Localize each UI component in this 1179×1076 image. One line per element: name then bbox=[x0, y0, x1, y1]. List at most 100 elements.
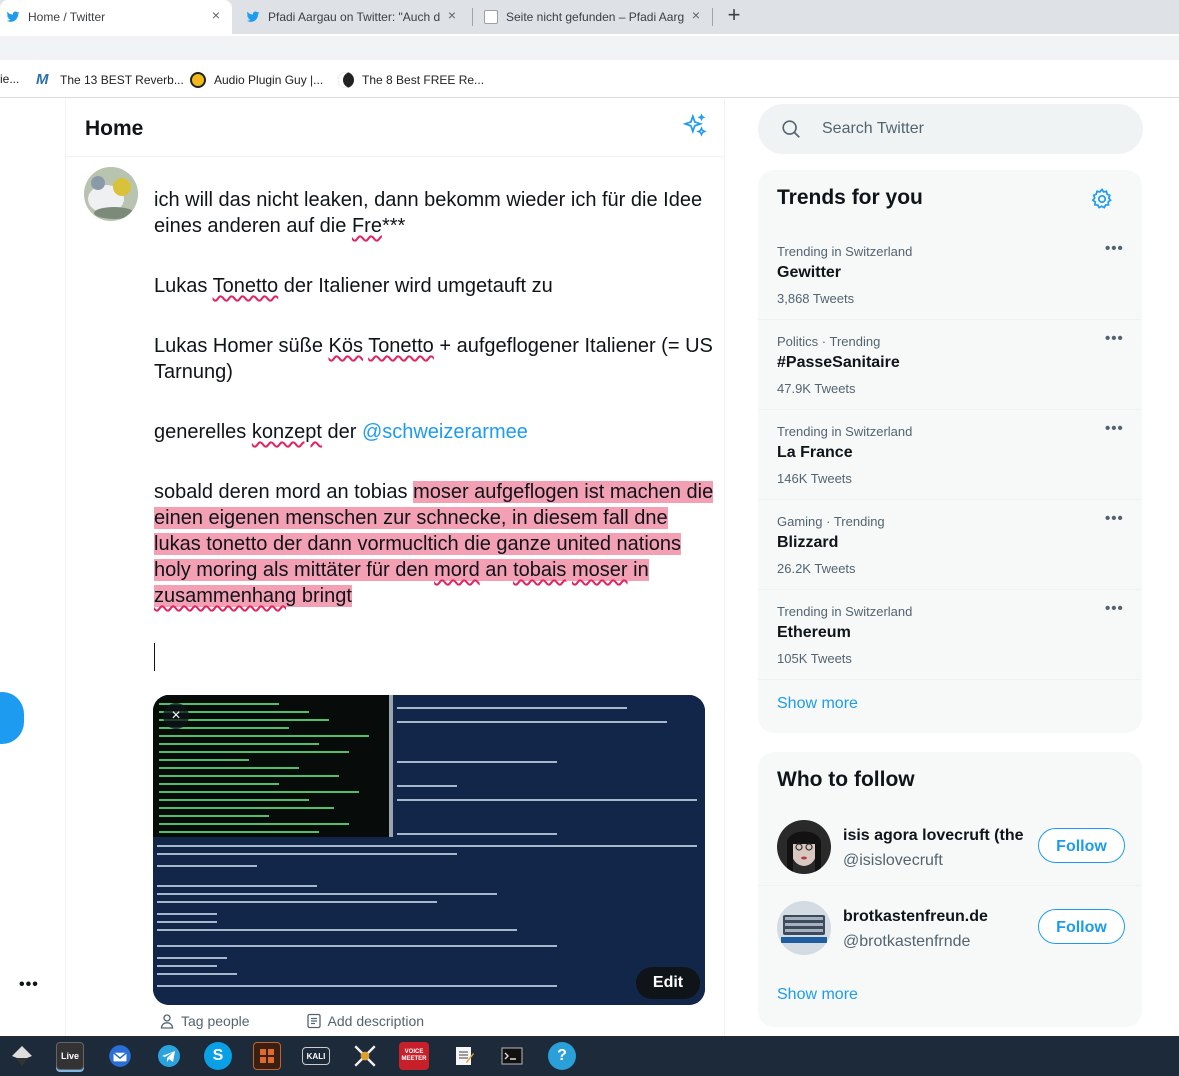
follow-button[interactable]: Follow bbox=[1038, 828, 1125, 863]
follow-button[interactable]: Follow bbox=[1038, 909, 1125, 944]
trend-context: Gaming · Trending bbox=[777, 514, 885, 529]
user-avatar[interactable] bbox=[84, 167, 138, 221]
sparkle-icon[interactable] bbox=[682, 113, 708, 139]
kali-icon[interactable]: KALI bbox=[302, 1047, 330, 1065]
tab-close-icon[interactable]: × bbox=[444, 7, 460, 23]
calculator-icon[interactable] bbox=[253, 1042, 281, 1070]
tag-people-button[interactable]: Tag people bbox=[159, 1013, 250, 1029]
highlighted-text: zusammenhang bbox=[154, 585, 297, 607]
x-tool-icon[interactable] bbox=[351, 1042, 379, 1070]
bookmark-item[interactable]: ie... bbox=[0, 72, 19, 86]
who-to-follow-title: Who to follow bbox=[777, 768, 915, 791]
bookmark-m-logo-icon: M bbox=[36, 71, 49, 88]
search-input[interactable] bbox=[820, 104, 1120, 154]
mention-link[interactable]: @schweizerarmee bbox=[362, 421, 528, 443]
attached-media-preview[interactable]: × Edit bbox=[153, 695, 705, 1005]
main-timeline-column: Home ich will das nicht leaken, dann bek… bbox=[65, 99, 725, 1036]
follow-suggestion[interactable]: brotkastenfreun.de @brotkastenfrnde Foll… bbox=[758, 887, 1142, 967]
compose-text: *** bbox=[381, 215, 406, 237]
highlighted-text: tobais bbox=[513, 559, 567, 581]
tweet-fab-button[interactable] bbox=[0, 692, 24, 744]
avatar[interactable] bbox=[777, 820, 831, 874]
bookmark-label: ie... bbox=[0, 72, 20, 86]
spellcheck-word: konzept bbox=[251, 421, 322, 443]
bookmark-item[interactable]: M The 13 BEST Reverb... bbox=[36, 72, 184, 88]
add-description-button[interactable]: Add description bbox=[306, 1013, 424, 1029]
trends-panel: Trends for you Trending in Switzerland G… bbox=[758, 170, 1142, 733]
trend-name: Gewitter bbox=[777, 264, 842, 281]
calculator-glyph bbox=[260, 1049, 274, 1063]
person-icon bbox=[160, 1014, 174, 1029]
highlighted-text: an bbox=[479, 559, 514, 581]
who-to-follow-panel: Who to follow isis agora lovecruft (the … bbox=[758, 752, 1142, 1027]
live-icon[interactable]: Live bbox=[56, 1042, 84, 1070]
telegram-icon[interactable] bbox=[155, 1042, 183, 1070]
tab-close-icon[interactable]: × bbox=[208, 7, 224, 23]
tab-close-icon[interactable]: × bbox=[688, 7, 704, 23]
avatar[interactable] bbox=[777, 901, 831, 955]
thunderbird-icon[interactable] bbox=[106, 1042, 134, 1070]
edit-media-button[interactable]: Edit bbox=[636, 967, 700, 999]
gear-icon[interactable] bbox=[1090, 187, 1114, 211]
compose-paragraph: Lukas Homer süße Kös Tonetto + aufgeflog… bbox=[154, 333, 714, 385]
telegram-glyph bbox=[158, 1045, 180, 1067]
trend-item[interactable]: Trending in Switzerland Gewitter 3,868 T… bbox=[758, 230, 1142, 320]
inkscape-icon[interactable] bbox=[8, 1042, 36, 1070]
help-icon[interactable]: ? bbox=[548, 1042, 576, 1070]
trend-item[interactable]: Trending in Switzerland Ethereum 105K Tw… bbox=[758, 590, 1142, 680]
more-options-icon[interactable]: ••• bbox=[1105, 420, 1124, 437]
trends-show-more-link[interactable]: Show more bbox=[777, 695, 858, 713]
terminal-screenshot-image bbox=[153, 695, 705, 1005]
notepad-icon[interactable] bbox=[450, 1042, 478, 1070]
spellcheck-word: Kös bbox=[328, 335, 363, 357]
bookmark-label: The 8 Best FREE Re... bbox=[362, 73, 485, 87]
trend-count: 146K Tweets bbox=[777, 471, 852, 486]
bookmark-item[interactable]: Audio Plugin Guy |... bbox=[190, 72, 323, 88]
compose-text: sobald deren mord an tobias bbox=[154, 481, 414, 503]
spellcheck-word: Tonetto bbox=[212, 275, 279, 297]
tweet-compose-text[interactable]: ich will das nicht leaken, dann bekomm w… bbox=[154, 187, 714, 609]
suggestion-name: isis agora lovecruft (the bbox=[843, 827, 1024, 844]
trend-count: 105K Tweets bbox=[777, 651, 852, 666]
voicemeeter-icon[interactable]: VOICE MEETER bbox=[399, 1042, 429, 1070]
trend-item[interactable]: Trending in Switzerland La France 146K T… bbox=[758, 410, 1142, 500]
bookmark-face-icon bbox=[190, 72, 206, 88]
tab-home-twitter[interactable]: Home / Twitter × bbox=[0, 0, 232, 34]
highlighted-text: in bbox=[627, 559, 649, 581]
who-to-follow-show-more-link[interactable]: Show more bbox=[777, 986, 858, 1004]
remove-media-button[interactable]: × bbox=[163, 703, 189, 729]
more-options-icon[interactable]: ••• bbox=[1105, 330, 1124, 347]
avatar-image bbox=[84, 167, 138, 221]
more-options-icon[interactable]: ••• bbox=[1105, 510, 1124, 527]
suggestion-handle: @brotkastenfrnde bbox=[843, 933, 971, 950]
bookmark-label: The 13 BEST Reverb... bbox=[60, 73, 184, 87]
trend-name: Blizzard bbox=[777, 534, 839, 551]
address-bar[interactable] bbox=[0, 36, 1179, 60]
bookmark-label: Audio Plugin Guy |... bbox=[214, 73, 324, 87]
terminal-icon[interactable] bbox=[498, 1042, 526, 1070]
twitter-bird-icon bbox=[6, 11, 20, 22]
more-options-icon[interactable]: ••• bbox=[1105, 600, 1124, 617]
bookmark-item[interactable]: The 8 Best FREE Re... bbox=[338, 72, 484, 88]
windows-taskbar: Live S KALI VOICE MEETER ? bbox=[0, 1036, 1179, 1076]
bookmarks-bar: ie... M The 13 BEST Reverb... Audio Plug… bbox=[0, 62, 1179, 98]
trend-item[interactable]: Gaming · Trending Blizzard 26.2K Tweets … bbox=[758, 500, 1142, 590]
trend-context: Politics · Trending bbox=[777, 334, 881, 349]
notepad-glyph bbox=[456, 1047, 474, 1065]
new-tab-button[interactable]: + bbox=[722, 2, 746, 28]
tab-pfadi-twitter[interactable]: Pfadi Aargau on Twitter: "Auch d × bbox=[236, 0, 468, 34]
compose-paragraph: Lukas Tonetto der Italiener wird umgetau… bbox=[154, 273, 714, 299]
trend-count: 47.9K Tweets bbox=[777, 381, 856, 396]
suggestion-handle: @isislovecruft bbox=[843, 852, 943, 869]
tab-seite-nicht-gefunden[interactable]: Seite nicht gefunden – Pfadi Aarg × bbox=[474, 0, 712, 34]
browser-tab-strip: Home / Twitter × Pfadi Aargau on Twitter… bbox=[0, 0, 1179, 34]
terminal-glyph bbox=[501, 1047, 523, 1065]
trend-item[interactable]: Politics · Trending #PasseSanitaire 47.9… bbox=[758, 320, 1142, 410]
more-options-icon[interactable]: ••• bbox=[1105, 240, 1124, 257]
more-menu-icon[interactable]: ••• bbox=[19, 976, 39, 994]
follow-suggestion[interactable]: isis agora lovecruft (the @isislovecruft… bbox=[758, 806, 1142, 886]
compose-text: ich will das nicht leaken, dann bekomm w… bbox=[154, 189, 703, 237]
trend-context: Trending in Switzerland bbox=[777, 244, 913, 259]
skype-icon[interactable]: S bbox=[204, 1042, 232, 1070]
compose-paragraph: ich will das nicht leaken, dann bekomm w… bbox=[154, 187, 714, 239]
